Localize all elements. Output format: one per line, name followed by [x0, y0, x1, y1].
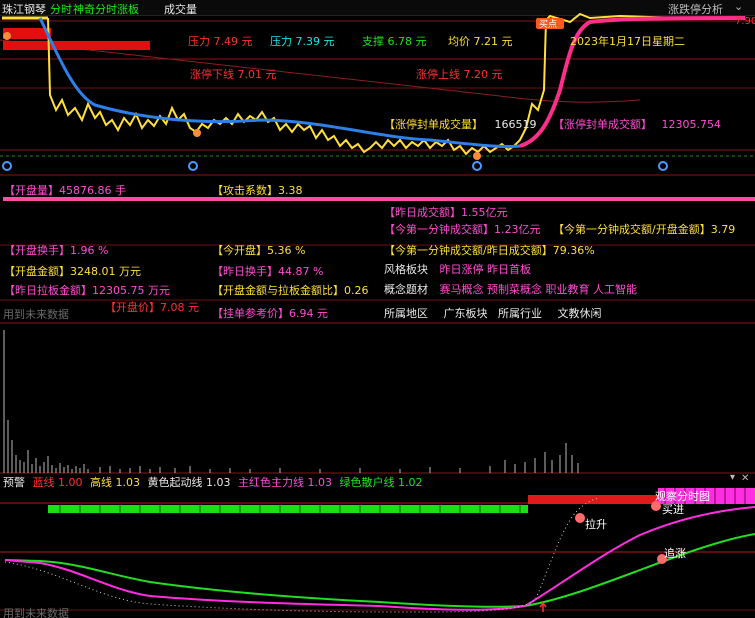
resistance-title: 压力	[270, 35, 292, 48]
main-force-legend: 主红色主力线 1.03	[238, 476, 332, 489]
open-amount-label: 【开盘金额】	[4, 265, 70, 278]
open-amount: 【开盘金额】3248.01 万元	[4, 263, 141, 279]
high-line-legend: 高线 1.03	[90, 476, 140, 489]
first-min-amount-value: 1.23亿元	[494, 223, 541, 236]
limit-down-line-label: 涨停下线 7.01 元	[190, 68, 277, 81]
region-value[interactable]: 广东板块	[444, 307, 488, 320]
open-turnover-label: 【开盘换手】	[4, 244, 70, 257]
pressure-high-value: 7.49 元	[213, 35, 253, 48]
seal-amount-value: 12305.754	[661, 118, 722, 131]
first-min-amount-label: 【今第一分钟成交额】	[384, 223, 494, 236]
panel-close-icon[interactable]: ✕	[741, 473, 749, 484]
yest-pull-label: 【昨日拉板金额】	[4, 284, 92, 297]
yesterday-amount-label: 【昨日成交额】	[384, 206, 461, 219]
attack-coefficient: 【攻击系数】3.38	[212, 182, 303, 198]
first-min-ratio-yest-label: 【今第一分钟成交额/昨日成交额】	[384, 244, 553, 257]
seal-volume-value: 166519	[494, 118, 537, 131]
corner-value: 7.90	[735, 16, 755, 27]
today-open-value: 5.36 %	[267, 244, 306, 257]
open-turnover: 【开盘换手】1.96 %	[4, 242, 108, 258]
first-min-ratio-open: 【今第一分钟成交额/开盘金额】3.79	[553, 221, 735, 237]
pull-up-dot-icon	[575, 513, 585, 523]
pressure-high-title: 压力	[188, 35, 210, 48]
open-volume: 【开盘量】45876.86 手	[4, 182, 126, 198]
yellow-start-legend: 黄色起动线 1.03	[147, 476, 231, 489]
indicator-legend: 预警 蓝线 1.00 高线 1.03 黄色起动线 1.03 主红色主力线 1.0…	[3, 474, 423, 490]
low-marker-icon	[473, 152, 481, 160]
concept-label: 概念题材	[384, 283, 428, 296]
today-open-label: 【今开盘】	[212, 244, 267, 257]
style-label: 风格板块	[384, 263, 428, 276]
retail-legend: 绿色散户线 1.02	[339, 476, 423, 489]
seal-amount: 【涨停封单成交额】 12305.754	[553, 116, 721, 132]
yesterday-pull-amount: 【昨日拉板金额】12305.75 万元	[4, 282, 170, 298]
indicator-title[interactable]: 预警	[3, 476, 25, 489]
yesterday-amount-value: 1.55亿元	[461, 206, 508, 219]
chase-label: 追涨	[664, 547, 686, 560]
buy-point-badge: 买点	[539, 20, 558, 30]
open-pull-ratio-value: 0.26	[344, 284, 369, 297]
concept-topic: 概念题材 赛马概念 预制菜概念 职业教育 人工智能	[384, 281, 637, 297]
open-pull-ratio: 【开盘金额与拉板金额比】0.26	[212, 282, 369, 298]
avg-price-value: 7.21 元	[473, 35, 513, 48]
first-min-ratio-open-value: 3.79	[710, 223, 736, 236]
industry: 所属行业 文教休闲	[498, 305, 602, 321]
panel-dropdown-icon[interactable]: ▾	[730, 472, 735, 483]
yesterday-amount: 【昨日成交额】1.55亿元	[384, 204, 508, 220]
blue-line-legend: 蓝线 1.00	[32, 476, 83, 489]
yest-pull-value: 12305.75 万元	[92, 284, 170, 297]
support-value: 6.78 元	[387, 35, 427, 48]
future-data-note-top: 用到未来数据	[3, 308, 69, 321]
style-sector: 风格板块 昨日涨停 昨日首板	[384, 261, 531, 277]
open-volume-label: 【开盘量】	[4, 184, 59, 197]
industry-value[interactable]: 文教休闲	[558, 307, 602, 320]
seal-volume-label: 【涨停封单成交量】	[384, 118, 483, 131]
buy-in-label: 买进	[662, 503, 684, 516]
region: 所属地区 广东板块	[384, 305, 488, 321]
support-label: 支撑 6.78 元	[362, 33, 427, 49]
open-amount-value: 3248.01 万元	[70, 265, 141, 278]
open-price: 【开盘价】7.08 元	[105, 299, 199, 315]
date-text: 2023年1月17日星期二	[570, 35, 685, 48]
resistance-label: 压力 7.39 元	[270, 33, 335, 49]
future-data-note-bottom: 用到未来数据	[3, 607, 69, 618]
style-value[interactable]: 昨日涨停 昨日首板	[440, 263, 532, 276]
yest-turnover-value: 44.87 %	[278, 265, 324, 278]
open-volume-value: 45876.86 手	[59, 184, 126, 197]
pull-up-label: 拉升	[585, 518, 607, 531]
avg-price-title: 均价	[448, 35, 470, 48]
first-min-ratio-yesterday: 【今第一分钟成交额/昨日成交额】79.36%	[384, 242, 595, 258]
seal-volume: 【涨停封单成交量】 166519	[384, 116, 537, 132]
yesterday-turnover: 【昨日换手】44.87 %	[212, 263, 323, 279]
order-ref-value: 6.94 元	[289, 307, 328, 320]
order-ref-label: 【挂单参考价】	[212, 307, 289, 320]
limit-up-line-label: 涨停上线 7.20 元	[416, 68, 503, 81]
attack-value: 3.38	[278, 184, 303, 197]
open-price-label: 【开盘价】	[105, 301, 160, 314]
attack-label: 【攻击系数】	[212, 184, 278, 197]
industry-label: 所属行业	[498, 307, 542, 320]
support-title: 支撑	[362, 35, 384, 48]
open-turnover-value: 1.96 %	[70, 244, 109, 257]
resistance-value: 7.39 元	[295, 35, 335, 48]
start-marker-icon	[3, 32, 11, 40]
concept-value[interactable]: 赛马概念 预制菜概念 职业教育 人工智能	[440, 283, 638, 296]
first-min-amount: 【今第一分钟成交额】1.23亿元	[384, 221, 541, 237]
open-pull-ratio-label: 【开盘金额与拉板金额比】	[212, 284, 344, 297]
today-open: 【今开盘】5.36 %	[212, 242, 305, 258]
open-price-value: 7.08 元	[160, 301, 199, 314]
first-min-ratio-open-label: 【今第一分钟成交额/开盘金额】	[553, 223, 711, 236]
order-ref-price: 【挂单参考价】6.94 元	[212, 305, 328, 321]
region-label: 所属地区	[384, 307, 428, 320]
yest-turnover-label: 【昨日换手】	[212, 265, 278, 278]
seal-amount-label: 【涨停封单成交额】	[553, 118, 652, 131]
dip-marker-icon	[193, 129, 201, 137]
avg-price-label: 均价 7.21 元	[448, 33, 513, 49]
first-min-ratio-yest-value: 79.36%	[552, 244, 595, 257]
pressure-high-label: 压力 7.49 元	[188, 33, 253, 49]
